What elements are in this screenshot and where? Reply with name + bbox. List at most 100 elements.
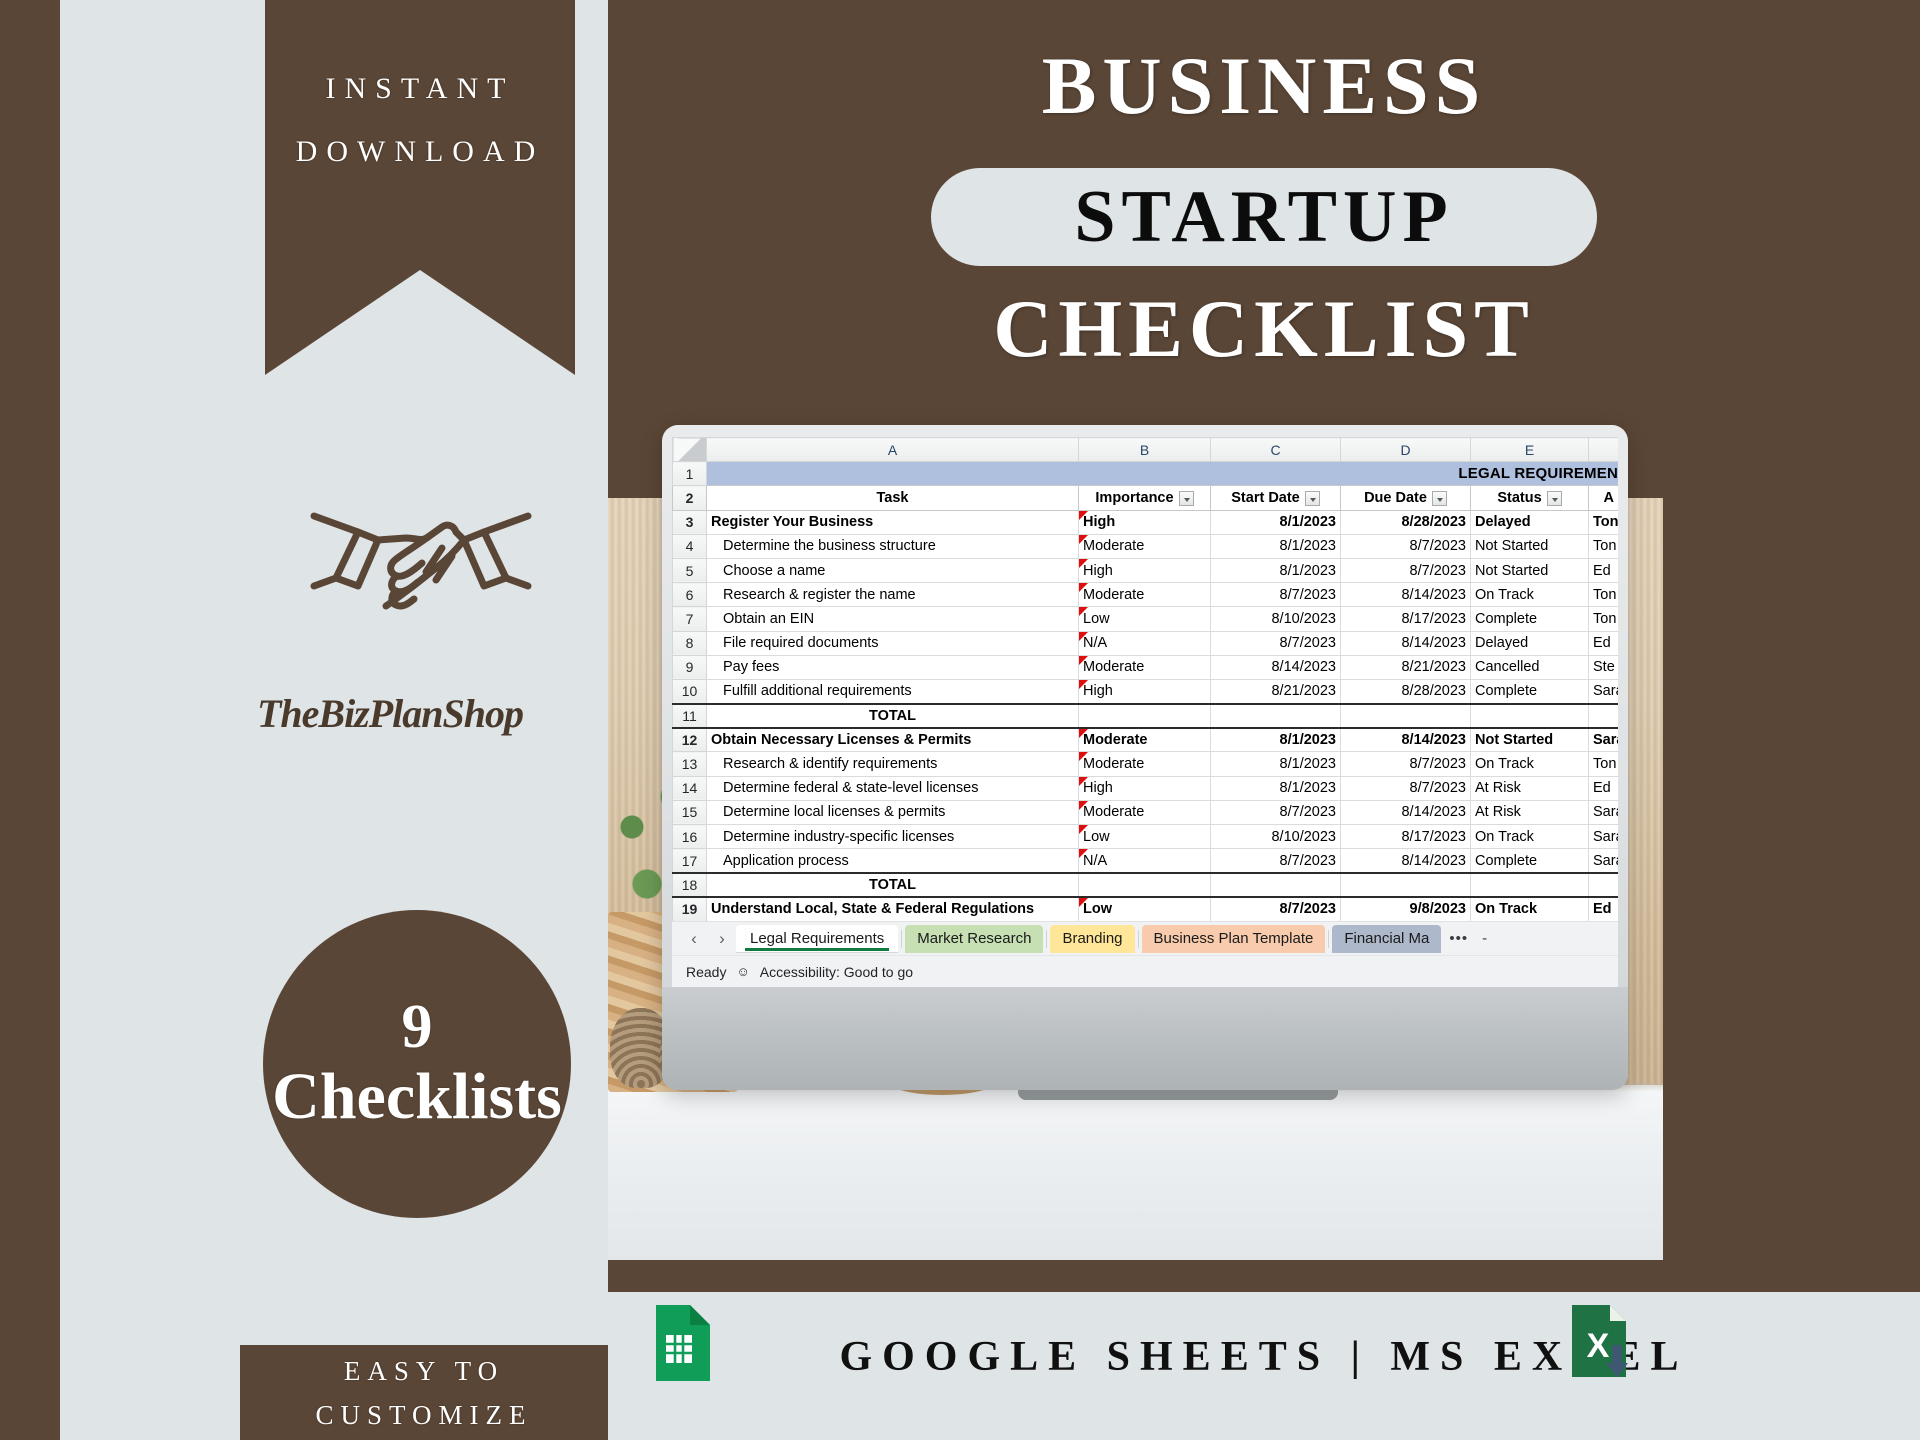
due-date-cell[interactable]: 8/7/2023 (1340, 533, 1471, 559)
status-cell[interactable]: Complete (1470, 606, 1589, 632)
filter-dropdown-icon[interactable] (1546, 490, 1562, 506)
column-header-e[interactable]: E (1470, 437, 1589, 463)
start-date-cell[interactable]: 8/10/2023 (1210, 823, 1341, 850)
task-cell[interactable]: File required documents (706, 630, 1079, 656)
total-label-cell[interactable]: TOTAL (706, 702, 1079, 729)
assigned-to-cell[interactable]: Ton (1588, 509, 1618, 535)
assigned-to-cell[interactable]: Ton (1588, 582, 1618, 608)
sheet-tab-market-research[interactable]: Market Research (905, 924, 1044, 953)
assigned-to-cell[interactable]: Sara (1588, 823, 1618, 850)
row-number[interactable]: 18 (672, 871, 707, 899)
start-date-cell[interactable]: 8/21/2023 (1210, 678, 1341, 705)
task-cell[interactable]: Register Your Business (706, 509, 1079, 535)
row-number[interactable]: 11 (672, 702, 707, 729)
assigned-to-cell[interactable]: Ton (1588, 606, 1618, 632)
assigned-to-cell[interactable]: Sara (1588, 678, 1618, 705)
total-status-cell[interactable] (1470, 871, 1589, 899)
total-assigned-cell[interactable] (1588, 871, 1618, 899)
due-date-cell[interactable]: 8/14/2023 (1340, 582, 1471, 608)
column-header-a[interactable]: A (706, 437, 1079, 463)
start-date-cell[interactable]: 8/14/2023 (1210, 654, 1341, 680)
row-number[interactable]: 9 (672, 654, 707, 680)
column-header-d[interactable]: D (1340, 437, 1471, 463)
due-date-cell[interactable]: 9/8/2023 (1340, 896, 1471, 922)
importance-cell[interactable]: Moderate (1078, 799, 1211, 826)
start-date-cell[interactable]: 8/7/2023 (1210, 848, 1341, 874)
status-cell[interactable]: On Track (1470, 896, 1589, 922)
row-number[interactable]: 2 (672, 485, 707, 511)
importance-cell[interactable]: Low (1078, 896, 1211, 922)
sheet-tab-business-plan-template[interactable]: Business Plan Template (1141, 924, 1326, 953)
start-date-cell[interactable]: 8/7/2023 (1210, 799, 1341, 826)
row-number[interactable]: 17 (672, 848, 707, 874)
due-date-cell[interactable]: 8/7/2023 (1340, 751, 1471, 777)
status-cell[interactable]: On Track (1470, 582, 1589, 608)
due-date-cell[interactable]: 8/7/2023 (1340, 557, 1471, 584)
row-number[interactable]: 1 (672, 461, 707, 487)
status-cell[interactable]: Cancelled (1470, 654, 1589, 680)
importance-cell[interactable]: Moderate (1078, 751, 1211, 777)
total-start-cell[interactable] (1210, 871, 1341, 899)
tab-overflow-icon[interactable]: ••• (1441, 930, 1476, 947)
sheet-tab-branding[interactable]: Branding (1050, 924, 1135, 953)
status-cell[interactable]: On Track (1470, 823, 1589, 850)
task-cell[interactable]: Pay fees (706, 654, 1079, 680)
status-cell[interactable]: At Risk (1470, 799, 1589, 826)
row-number[interactable]: 13 (672, 751, 707, 777)
due-date-cell[interactable]: 8/21/2023 (1340, 654, 1471, 680)
start-date-cell[interactable]: 8/1/2023 (1210, 775, 1341, 801)
select-all-corner[interactable] (672, 437, 707, 463)
importance-cell[interactable]: Moderate (1078, 726, 1211, 753)
assigned-to-cell[interactable]: Sara (1588, 799, 1618, 826)
importance-cell[interactable]: High (1078, 557, 1211, 584)
importance-cell[interactable]: N/A (1078, 848, 1211, 874)
start-date-cell[interactable]: 8/1/2023 (1210, 751, 1341, 777)
start-date-cell[interactable]: 8/1/2023 (1210, 557, 1341, 584)
due-date-cell[interactable]: 8/17/2023 (1340, 823, 1471, 850)
status-cell[interactable]: Delayed (1470, 630, 1589, 656)
due-date-cell[interactable]: 8/14/2023 (1340, 726, 1471, 753)
due-date-cell[interactable]: 8/14/2023 (1340, 799, 1471, 826)
filter-dropdown-icon[interactable] (1304, 490, 1320, 506)
assigned-to-cell[interactable]: Ton (1588, 751, 1618, 777)
assigned-to-cell[interactable]: Ed (1588, 775, 1618, 801)
total-importance-cell[interactable] (1078, 702, 1211, 729)
status-cell[interactable]: Not Started (1470, 533, 1589, 559)
task-cell[interactable]: Research & identify requirements (706, 751, 1079, 777)
status-cell[interactable]: On Track (1470, 751, 1589, 777)
task-cell[interactable]: Application process (706, 848, 1079, 874)
importance-cell[interactable]: High (1078, 509, 1211, 535)
row-number[interactable]: 10 (672, 678, 707, 705)
status-cell[interactable]: At Risk (1470, 775, 1589, 801)
task-cell[interactable]: Understand Local, State & Federal Regula… (706, 896, 1079, 922)
status-cell[interactable]: Not Started (1470, 557, 1589, 584)
task-cell[interactable]: Determine industry-specific licenses (706, 823, 1079, 850)
row-number[interactable]: 5 (672, 557, 707, 584)
filter-dropdown-icon[interactable] (1431, 490, 1447, 506)
row-number[interactable]: 6 (672, 582, 707, 608)
row-number[interactable]: 14 (672, 775, 707, 801)
status-cell[interactable]: Delayed (1470, 509, 1589, 535)
due-date-cell[interactable]: 8/7/2023 (1340, 775, 1471, 801)
tab-nav-next-icon[interactable]: › (708, 929, 736, 949)
start-date-cell[interactable]: 8/7/2023 (1210, 630, 1341, 656)
start-date-cell[interactable]: 8/7/2023 (1210, 896, 1341, 922)
tab-scroll-dash[interactable]: - (1476, 930, 1493, 947)
row-number[interactable]: 19 (672, 896, 707, 922)
task-cell[interactable]: Determine the business structure (706, 533, 1079, 559)
importance-cell[interactable]: Moderate (1078, 582, 1211, 608)
filter-dropdown-icon[interactable] (1178, 490, 1194, 506)
importance-cell[interactable]: Moderate (1078, 533, 1211, 559)
row-number[interactable]: 15 (672, 799, 707, 826)
due-date-cell[interactable]: 8/28/2023 (1340, 509, 1471, 535)
importance-cell[interactable]: High (1078, 775, 1211, 801)
due-date-cell[interactable]: 8/14/2023 (1340, 630, 1471, 656)
row-number[interactable]: 3 (672, 509, 707, 535)
status-cell[interactable]: Complete (1470, 678, 1589, 705)
header-cell-due-date[interactable]: Due Date (1340, 485, 1471, 511)
start-date-cell[interactable]: 8/7/2023 (1210, 582, 1341, 608)
start-date-cell[interactable]: 8/10/2023 (1210, 606, 1341, 632)
due-date-cell[interactable]: 8/17/2023 (1340, 606, 1471, 632)
due-date-cell[interactable]: 8/14/2023 (1340, 848, 1471, 874)
status-cell[interactable]: Complete (1470, 848, 1589, 874)
